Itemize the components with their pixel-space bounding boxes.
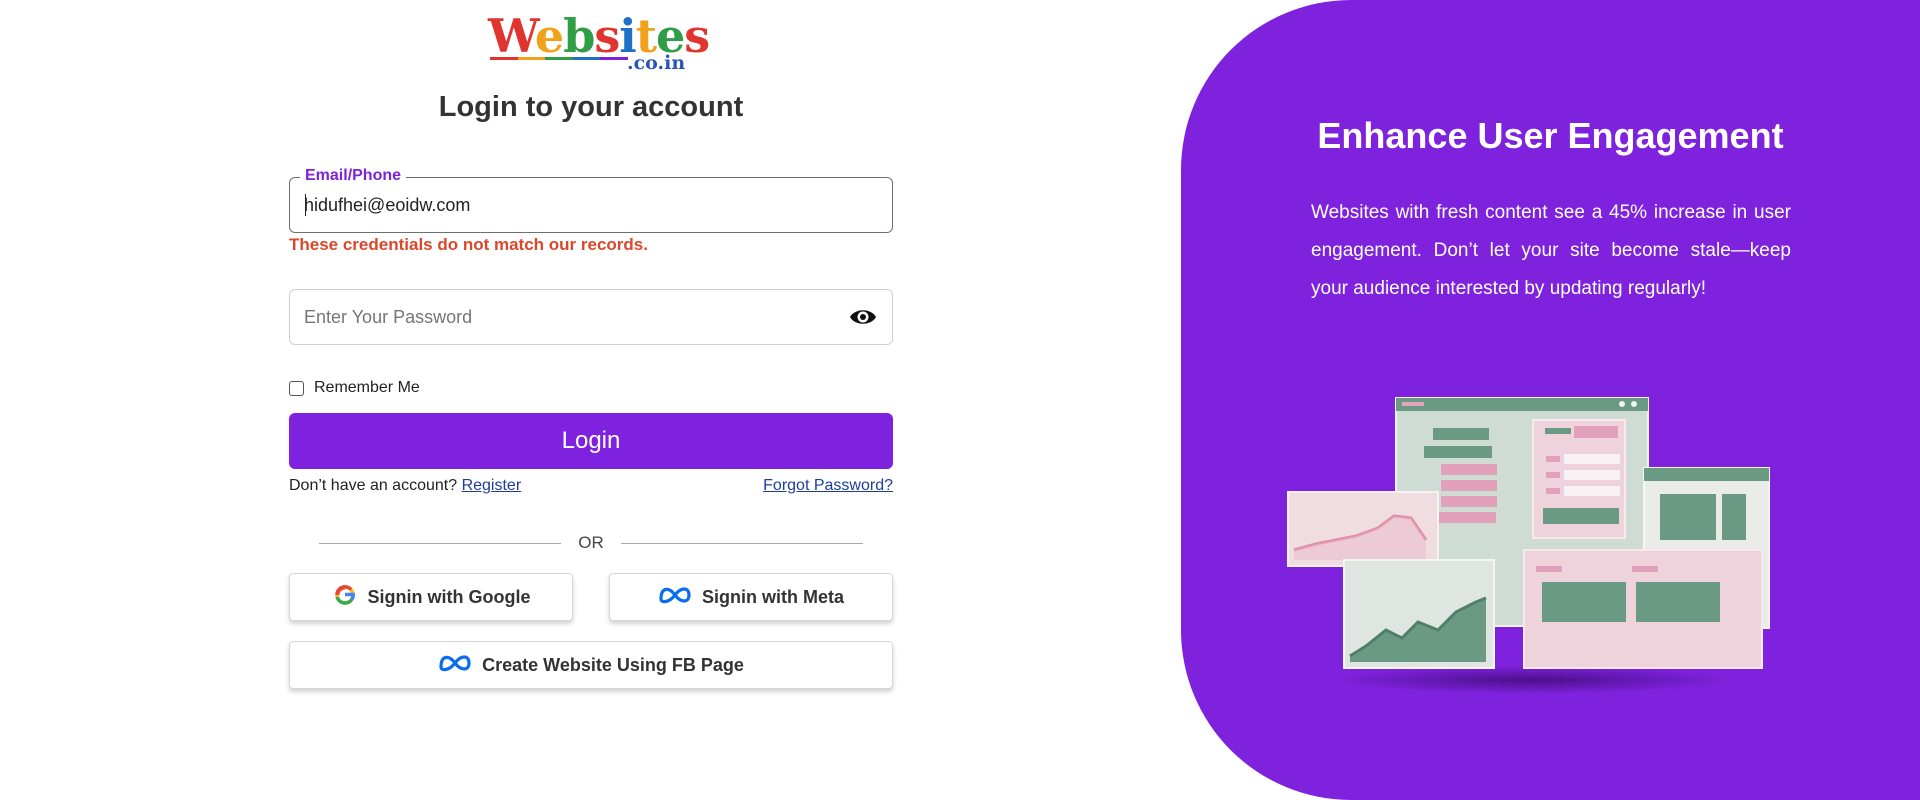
or-divider: OR <box>319 532 863 554</box>
logo-letter: e <box>534 9 564 63</box>
account-links: Don’t have an account? Register Forgot P… <box>289 477 893 499</box>
google-icon <box>332 582 358 613</box>
divider-line <box>621 543 863 544</box>
signin-meta-button[interactable]: Signin with Meta <box>609 573 893 621</box>
promo-description: Websites with fresh content see a 45% in… <box>1311 202 1791 299</box>
text-caret <box>305 194 306 216</box>
promo-title: Enhance User Engagement <box>1317 115 1784 156</box>
create-website-fb-label: Create Website Using FB Page <box>482 654 744 675</box>
logo-suffix: .co.in <box>627 52 686 74</box>
create-website-fb-button[interactable]: Create Website Using FB Page <box>289 641 893 689</box>
register-link[interactable]: Register <box>462 477 522 494</box>
password-field[interactable] <box>289 289 893 345</box>
no-account-text: Don’t have an account? <box>289 477 458 494</box>
email-field[interactable]: Email/Phone hidufhei@eoidw.com <box>289 165 893 233</box>
signin-google-label: Signin with Google <box>367 586 531 607</box>
remember-me[interactable]: Remember Me <box>289 377 420 399</box>
logo-stripe <box>490 57 628 60</box>
promo-panel: Enhance User Engagement Websites with fr… <box>1181 0 1920 800</box>
login-button[interactable]: Login <box>289 413 893 469</box>
signin-meta-label: Signin with Meta <box>702 586 844 607</box>
logo-letter: s <box>594 9 620 63</box>
email-input[interactable]: hidufhei@eoidw.com <box>304 178 824 232</box>
meta-icon <box>658 585 692 610</box>
remember-me-label: Remember Me <box>314 379 420 396</box>
eye-icon[interactable] <box>848 304 878 330</box>
page-title: Login to your account <box>438 91 744 123</box>
error-message: These credentials do not match our recor… <box>289 235 648 254</box>
logo-letter: s <box>684 9 710 63</box>
remember-me-checkbox[interactable] <box>289 380 304 396</box>
websites-logo[interactable]: Websites .co.in <box>488 9 710 74</box>
password-input[interactable] <box>304 290 824 344</box>
forgot-password-link[interactable]: Forgot Password? <box>763 477 893 495</box>
logo-letter: W <box>488 9 536 63</box>
meta-icon <box>438 653 472 678</box>
dashboard-illustration <box>1287 397 1770 694</box>
logo-letter: b <box>563 9 595 63</box>
signin-google-button[interactable]: Signin with Google <box>289 573 573 621</box>
register-prompt: Don’t have an account? Register <box>289 477 521 495</box>
